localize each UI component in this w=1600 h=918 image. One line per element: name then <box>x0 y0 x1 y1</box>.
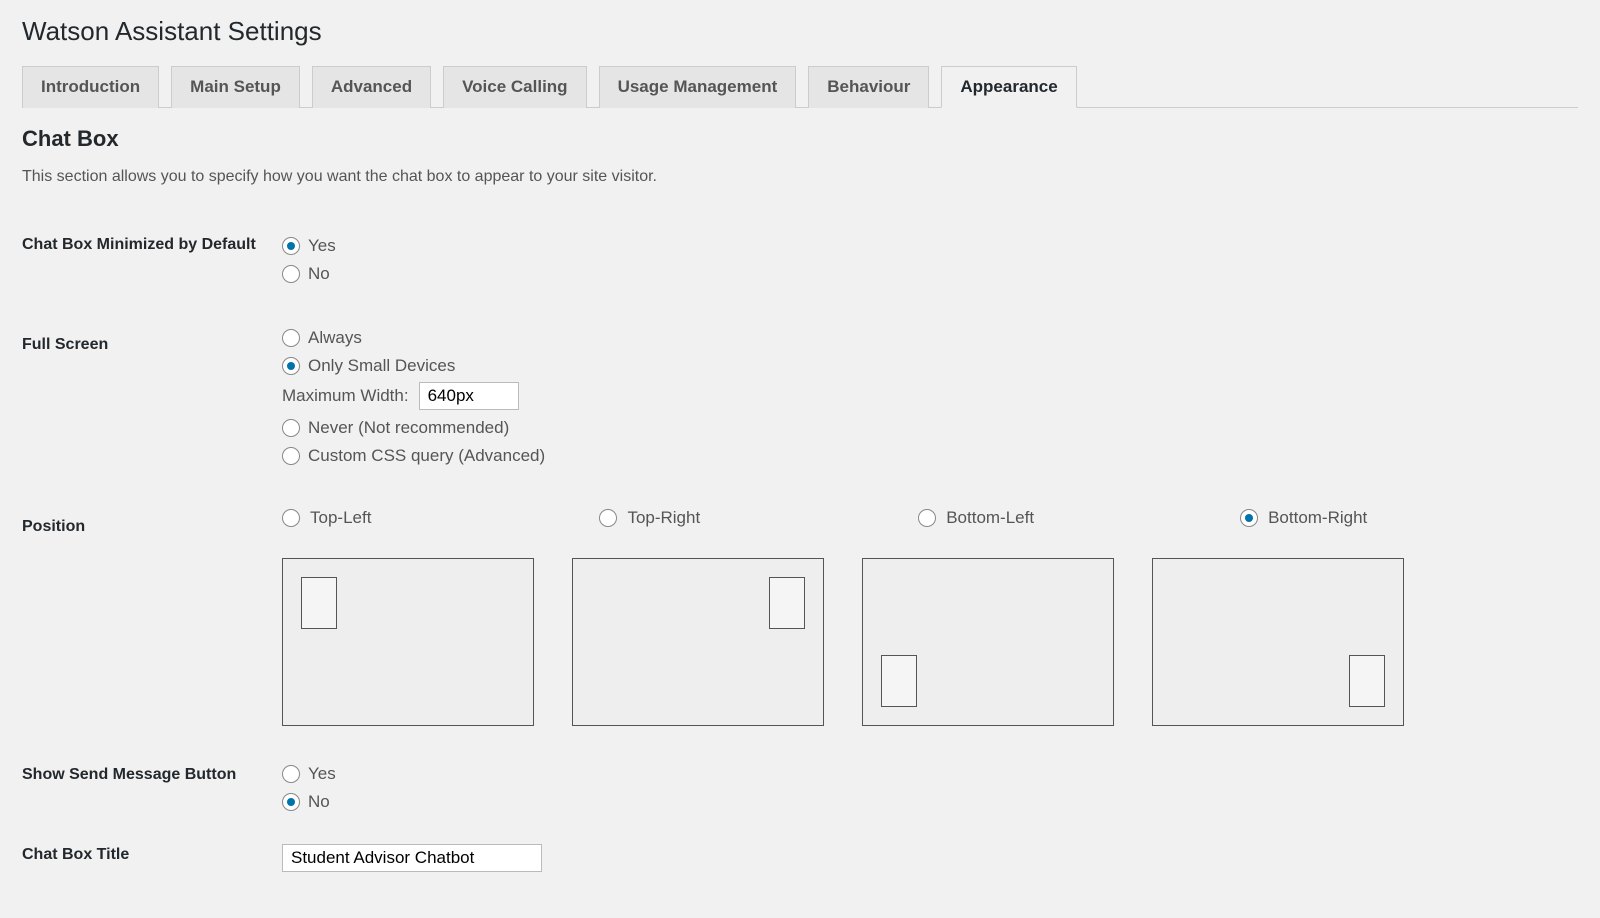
tab-main-setup[interactable]: Main Setup <box>171 66 300 108</box>
tab-advanced[interactable]: Advanced <box>312 66 431 108</box>
fullscreen-small-label: Only Small Devices <box>308 354 455 378</box>
minimized-yes-label: Yes <box>308 234 336 258</box>
fullscreen-never-radio[interactable] <box>282 419 300 437</box>
position-br-label: Bottom-Right <box>1268 508 1367 528</box>
position-tl-label: Top-Left <box>310 508 371 528</box>
position-label: Position <box>22 500 282 754</box>
send-no-radio[interactable] <box>282 793 300 811</box>
fullscreen-always-label: Always <box>308 326 362 350</box>
position-bl-diagram[interactable] <box>862 558 1114 726</box>
chat-title-label: Chat Box Title <box>22 836 282 900</box>
position-tr-diagram[interactable] <box>572 558 824 726</box>
chat-title-input[interactable] <box>282 844 542 872</box>
tabs-bar: Introduction Main Setup Advanced Voice C… <box>22 65 1578 108</box>
minimized-label: Chat Box Minimized by Default <box>22 226 282 318</box>
tab-behaviour[interactable]: Behaviour <box>808 66 929 108</box>
section-title: Chat Box <box>22 126 1578 152</box>
fullscreen-custom-radio[interactable] <box>282 447 300 465</box>
tab-introduction[interactable]: Introduction <box>22 66 159 108</box>
send-no-label: No <box>308 790 330 814</box>
fullscreen-small-radio[interactable] <box>282 357 300 375</box>
position-tl-diagram[interactable] <box>282 558 534 726</box>
send-yes-label: Yes <box>308 762 336 786</box>
send-button-label: Show Send Message Button <box>22 754 282 836</box>
position-tl-radio[interactable] <box>282 509 300 527</box>
tab-usage-management[interactable]: Usage Management <box>599 66 797 108</box>
position-tr-label: Top-Right <box>627 508 700 528</box>
page-title: Watson Assistant Settings <box>22 16 1578 47</box>
position-tr-radio[interactable] <box>599 509 617 527</box>
fullscreen-always-radio[interactable] <box>282 329 300 347</box>
settings-form: Chat Box Minimized by Default Yes No Ful… <box>22 226 1578 900</box>
fullscreen-custom-label: Custom CSS query (Advanced) <box>308 444 545 468</box>
minimized-yes-radio[interactable] <box>282 237 300 255</box>
position-br-radio[interactable] <box>1240 509 1258 527</box>
tab-appearance[interactable]: Appearance <box>941 66 1076 108</box>
fullscreen-label: Full Screen <box>22 318 282 500</box>
section-description: This section allows you to specify how y… <box>22 168 1578 186</box>
tab-voice-calling[interactable]: Voice Calling <box>443 66 587 108</box>
max-width-label: Maximum Width: <box>282 386 409 406</box>
minimized-no-label: No <box>308 262 330 286</box>
position-br-diagram[interactable] <box>1152 558 1404 726</box>
position-bl-radio[interactable] <box>918 509 936 527</box>
position-bl-label: Bottom-Left <box>946 508 1034 528</box>
minimized-no-radio[interactable] <box>282 265 300 283</box>
fullscreen-never-label: Never (Not recommended) <box>308 416 509 440</box>
send-yes-radio[interactable] <box>282 765 300 783</box>
max-width-input[interactable] <box>419 382 519 410</box>
